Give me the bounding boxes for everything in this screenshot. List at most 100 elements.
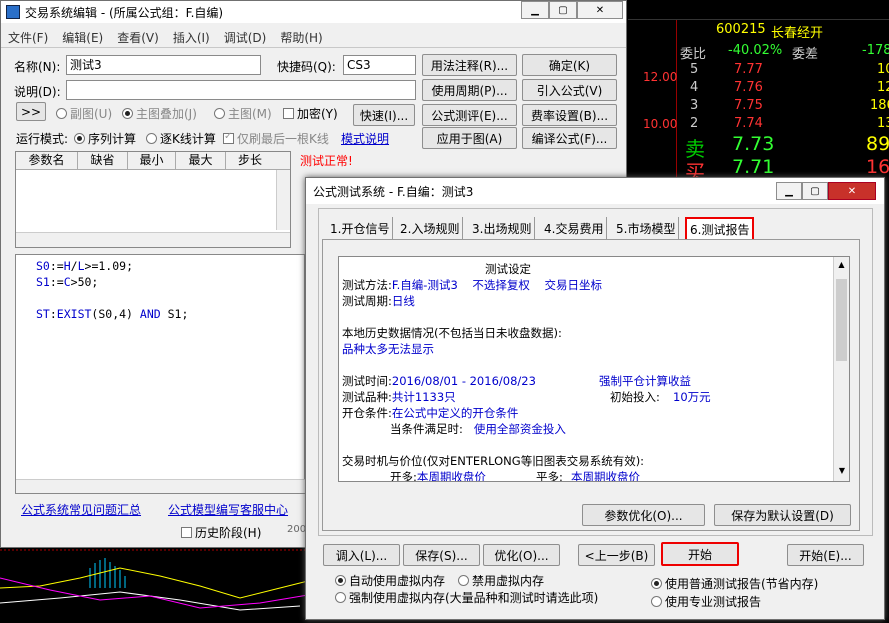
quote-top-strip xyxy=(628,0,889,20)
param-header: 最大 xyxy=(176,152,226,169)
faq-link[interactable]: 公式系统常见问题汇总 xyxy=(21,501,141,518)
support-link[interactable]: 公式模型编写客服中心 xyxy=(168,501,288,518)
radio-force-vm[interactable]: 强制使用虚拟内存(大量品种和测试时请选此项) xyxy=(335,589,598,606)
report-vscroll[interactable]: ▲ ▼ xyxy=(833,257,849,481)
radio-icon xyxy=(56,108,67,119)
quick-button[interactable]: 快速(I)... xyxy=(353,104,415,126)
radio-icon xyxy=(214,108,225,119)
buy-price: 7.71 xyxy=(732,156,775,178)
scroll-thumb[interactable] xyxy=(836,279,847,361)
compile-button[interactable]: 编译公式(F)... xyxy=(522,127,617,149)
level-row: 37.75186 xyxy=(690,98,889,113)
diff-label: 委差 xyxy=(792,47,819,62)
axis-label-10: 10.00 xyxy=(643,117,678,131)
shortcut-input[interactable]: CS3 xyxy=(343,55,416,75)
close-button[interactable]: ✕ xyxy=(577,1,623,19)
radio-sequence[interactable]: 序列计算 xyxy=(74,130,136,147)
radio-mainchart[interactable]: 主图(M) xyxy=(214,105,272,122)
start-options-button[interactable]: 开始(E)... xyxy=(787,544,864,566)
start-button[interactable]: 开始 xyxy=(661,542,739,566)
dialog-maximize-button[interactable]: ▢ xyxy=(802,182,828,200)
mode-doc-link[interactable]: 模式说明 xyxy=(341,130,389,147)
report-line: 开仓条件:在公式中定义的开仓条件 xyxy=(342,406,519,420)
save-button[interactable]: 保存(S)... xyxy=(403,544,480,566)
radio-icon xyxy=(651,596,662,607)
radio-per-bar[interactable]: 逐K线计算 xyxy=(146,130,216,147)
app-icon xyxy=(6,5,20,19)
radio-auto-vm[interactable]: 自动使用虚拟内存 xyxy=(335,572,445,589)
editor-menubar: 文件(F) 编辑(E) 查看(V) 插入(I) 调试(D) 帮助(H) xyxy=(1,28,626,48)
menu-file[interactable]: 文件(F) xyxy=(1,29,55,46)
level-row: 57.7710 xyxy=(690,62,889,77)
ok-button[interactable]: 确定(K) xyxy=(522,54,617,76)
stock-code: 600215 xyxy=(716,22,766,37)
tab-entry-rules[interactable]: 2.入场规则 xyxy=(397,217,464,239)
menu-view[interactable]: 查看(V) xyxy=(110,29,166,46)
usage-notes-button[interactable]: 用法注释(R)... xyxy=(422,54,517,76)
code-editor[interactable]: S0:=H/L>=1.09; S1:=C>50; ST:EXIST(S0,4) … xyxy=(15,254,305,494)
tab-market-model[interactable]: 5.市场模型 xyxy=(613,217,680,239)
run-mode-label: 运行模式: xyxy=(16,132,69,146)
evaluate-button[interactable]: 公式测评(E)... xyxy=(422,104,517,126)
radio-icon xyxy=(74,133,85,144)
apply-chart-button[interactable]: 应用于图(A) xyxy=(422,127,517,149)
menu-help[interactable]: 帮助(H) xyxy=(273,29,329,46)
report-heading: 测试设定 xyxy=(485,262,531,276)
param-table: 参数名 缺省 最小 最大 步长 xyxy=(15,151,291,248)
param-header: 最小 xyxy=(128,152,176,169)
radio-pro-report[interactable]: 使用专业测试报告 xyxy=(651,593,761,610)
load-button[interactable]: 调入(L)... xyxy=(323,544,400,566)
radio-subchart[interactable]: 副图(U) xyxy=(56,105,112,122)
menu-edit[interactable]: 编辑(E) xyxy=(55,29,110,46)
param-header: 步长 xyxy=(237,153,262,167)
minimize-button[interactable]: ▁ xyxy=(521,1,549,19)
report-line: 当条件满足时: 使用全部资金投入 xyxy=(390,422,566,436)
tab-exit-rules[interactable]: 3.出场规则 xyxy=(469,217,536,239)
level-row: 47.7612 xyxy=(690,80,889,95)
menu-insert[interactable]: 插入(I) xyxy=(166,29,217,46)
param-header: 参数名 xyxy=(16,152,78,169)
period-button[interactable]: 使用周期(P)... xyxy=(422,79,517,101)
code-hscroll[interactable] xyxy=(16,479,305,493)
checkbox-icon xyxy=(181,527,192,538)
param-hscroll[interactable] xyxy=(16,232,290,247)
radio-icon xyxy=(146,133,157,144)
encrypt-checkbox[interactable]: 加密(Y) xyxy=(283,105,338,122)
scroll-down-icon[interactable]: ▼ xyxy=(834,463,849,479)
dialog-minimize-button[interactable]: ▁ xyxy=(776,182,802,200)
optimize-button[interactable]: 优化(O)... xyxy=(483,544,560,566)
expand-button[interactable]: >> xyxy=(16,102,46,121)
radio-disable-vm[interactable]: 禁用虚拟内存 xyxy=(458,572,544,589)
desc-input[interactable] xyxy=(66,80,416,100)
menu-debug[interactable]: 调试(D) xyxy=(217,29,274,46)
maximize-button[interactable]: ▢ xyxy=(549,1,577,19)
dialog-title: 公式测试系统 - F.自编：测试3 xyxy=(313,185,474,199)
only-last-checkbox[interactable]: 仅刷最后一根K线 xyxy=(223,130,329,147)
chart-lines xyxy=(0,549,321,611)
param-header-row: 参数名 缺省 最小 最大 步长 xyxy=(16,152,290,170)
report-text[interactable]: 测试设定 测试方法:F.自编-测试3 不选择复权 交易日坐标 测试周期:日线 本… xyxy=(338,256,850,482)
scroll-up-icon[interactable]: ▲ xyxy=(834,257,849,273)
report-line: 品种太多无法显示 xyxy=(342,342,434,356)
radio-overlay[interactable]: 主图叠加(J) xyxy=(122,105,197,122)
tab-test-report[interactable]: 6.测试报告 xyxy=(685,217,755,240)
param-header: 缺省 xyxy=(78,152,128,169)
sell-price: 7.73 xyxy=(732,133,775,155)
dialog-close-button[interactable]: ✕ xyxy=(828,182,876,200)
buy-volume: 16 xyxy=(866,156,889,178)
name-input[interactable]: 测试3 xyxy=(66,55,261,75)
param-vscroll[interactable] xyxy=(276,170,290,230)
fee-settings-button[interactable]: 费率设置(B)... xyxy=(522,104,617,126)
param-optimize-button[interactable]: 参数优化(O)... xyxy=(582,504,705,526)
save-default-button[interactable]: 保存为默认设置(D) xyxy=(714,504,851,526)
level-row: 27.7413 xyxy=(690,116,889,131)
tab-fees[interactable]: 4.交易费用 xyxy=(541,217,608,239)
radio-icon xyxy=(651,578,662,589)
radio-normal-report[interactable]: 使用普通测试报告(节省内存) xyxy=(651,575,818,592)
status-text: 测试正常! xyxy=(300,154,353,168)
tab-open-signal[interactable]: 1.开仓信号 xyxy=(327,217,394,239)
history-checkbox[interactable]: 历史阶段(H) xyxy=(181,524,261,541)
prev-step-button[interactable]: <上一步(B) xyxy=(578,544,655,566)
import-formula-button[interactable]: 引入公式(V) xyxy=(522,79,617,101)
